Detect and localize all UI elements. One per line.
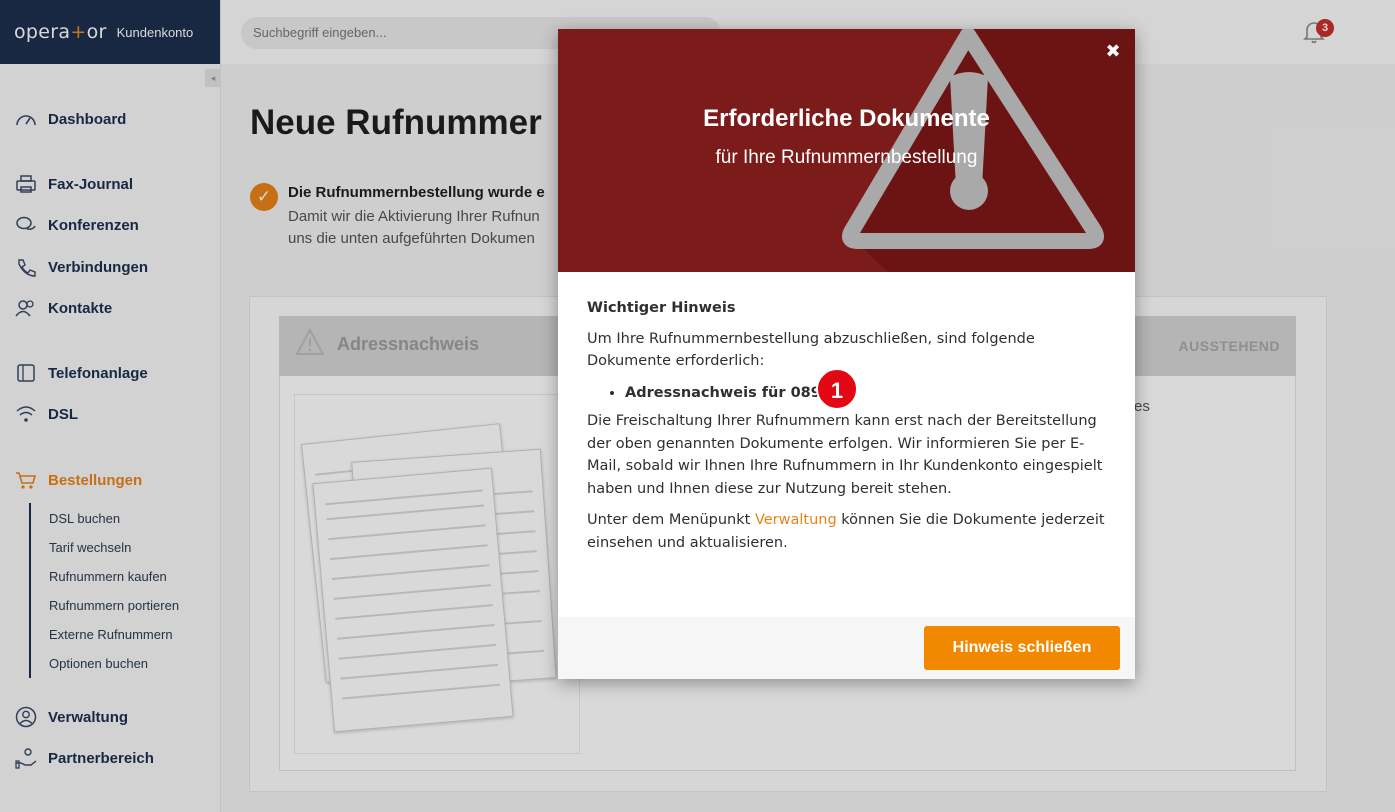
modal-subtitle: für Ihre Rufnummernbestellung [715,147,978,168]
notice-intro: Um Ihre Rufnummernbestellung abzuschließ… [587,330,1035,370]
modal-footer: Hinweis schließen [558,617,1135,679]
notice-info: Die Freischaltung Ihrer Rufnummern kann … [587,413,1103,497]
required-documents-modal: Erforderliche Dokumente für Ihre Rufnumm… [558,29,1135,679]
close-notice-button[interactable]: Hinweis schließen [924,626,1120,670]
verwaltung-link[interactable]: Verwaltung [755,512,837,528]
annotation-marker: 1 [816,368,858,410]
required-documents-list: Adressnachweis für 089 [625,382,1107,405]
close-icon[interactable]: ✖ [1104,41,1122,61]
modal-title: Erforderliche Dokumente [703,105,990,132]
modal-hero: Erforderliche Dokumente für Ihre Rufnumm… [558,29,1135,272]
modal-body: Wichtiger Hinweis Um Ihre Rufnummernbest… [587,297,1107,563]
list-item: Adressnachweis für 089 [625,382,1107,405]
notice-heading: Wichtiger Hinweis [587,300,736,316]
notice-menu-hint: Unter dem Menüpunkt Verwaltung können Si… [587,512,1105,551]
